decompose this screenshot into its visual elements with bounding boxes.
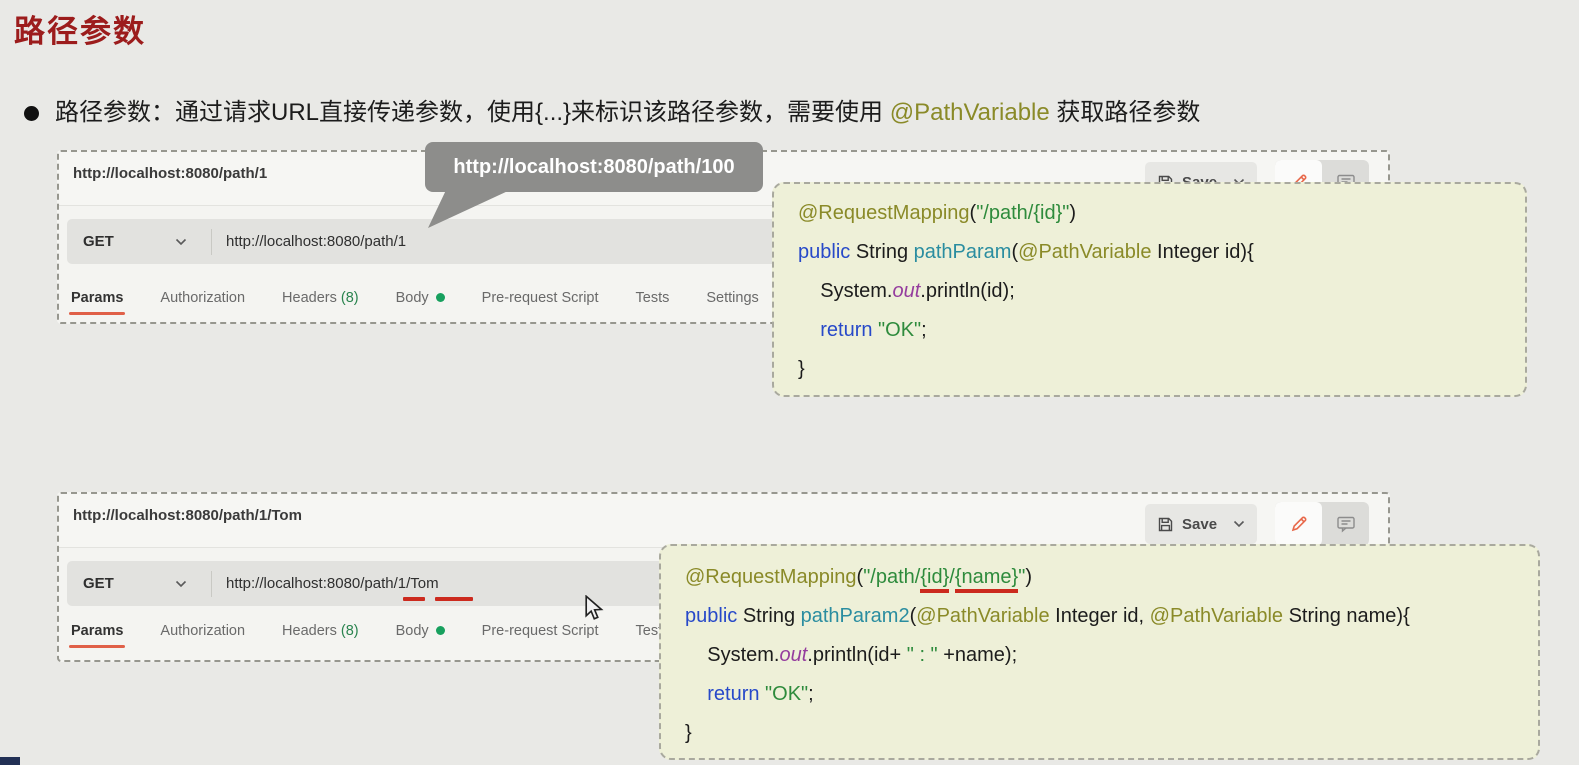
chevron-down-icon[interactable] (1233, 520, 1245, 528)
code-line: System.out.println(id+ " : " +name); (685, 644, 1018, 666)
request-header-2: http://localhost:8080/path/1/Tom Save (59, 494, 1388, 548)
body-present-dot-icon (435, 626, 445, 635)
tab-settings[interactable]: Settings (704, 290, 760, 315)
headers-count-badge: (8) (336, 623, 359, 639)
code-snippet-1: @RequestMapping("/path/{id}") public Stri… (772, 182, 1527, 397)
body-present-dot-icon (435, 293, 445, 302)
bullet-text: 路径参数：通过请求URL直接传递参数，使用{...}来标识该路径参数，需要使用 … (55, 99, 1201, 126)
tab-authorization[interactable]: Authorization (158, 623, 247, 648)
url-annotation-underline (403, 597, 425, 601)
bullet-point: 路径参数：通过请求URL直接传递参数，使用{...}来标识该路径参数，需要使用 … (22, 96, 1562, 130)
method-select[interactable]: GET (83, 233, 123, 250)
code-line: return "OK"; (820, 319, 927, 341)
code-line: System.out.println(id); (798, 280, 1015, 302)
request-tabs: Params Authorization Headers (8) Body Pre-re… (69, 623, 761, 648)
tab-params[interactable]: Params (69, 290, 126, 315)
save-icon (1158, 517, 1173, 531)
url-input[interactable]: http://localhost:8080/path/1 (226, 233, 406, 250)
tab-pre-request-script[interactable]: Pre-request Script (480, 290, 601, 315)
tab-authorization[interactable]: Authorization (158, 290, 247, 315)
code-line: @RequestMapping("/path/{id}") (798, 202, 1077, 224)
request-tab-title[interactable]: http://localhost:8080/path/1 (73, 165, 267, 182)
tab-headers[interactable]: Headers (8) (280, 290, 361, 315)
code-line: public String pathParam2(@PathVariable I… (685, 605, 1410, 627)
request-action-icons (1275, 502, 1369, 546)
comment-icon (1336, 516, 1355, 533)
url-input[interactable]: http://localhost:8080/path/1/Tom (226, 575, 439, 592)
save-button-label: Save (1182, 515, 1218, 533)
bullet-icon (24, 106, 39, 121)
save-button[interactable]: Save (1145, 504, 1258, 544)
code-line: @RequestMapping("/path/{id}/{name}") (685, 558, 1514, 597)
edit-button[interactable] (1275, 502, 1322, 546)
code-line: public String pathParam(@PathVariable In… (798, 241, 1254, 263)
comment-button[interactable] (1322, 502, 1369, 546)
request-tab-title[interactable]: http://localhost:8080/path/1/Tom (73, 507, 302, 524)
chevron-down-icon[interactable] (175, 238, 189, 246)
url-tooltip: http://localhost:8080/path/100 (425, 142, 763, 192)
code-line: } (798, 358, 805, 380)
code-line: return "OK"; (707, 683, 814, 705)
mouse-pointer-icon (584, 594, 606, 626)
chevron-down-icon[interactable] (175, 580, 189, 588)
page-title: 路径参数 (14, 14, 146, 49)
tab-headers[interactable]: Headers (8) (280, 623, 361, 648)
tab-tests[interactable]: Tests (634, 290, 672, 315)
method-select[interactable]: GET (83, 575, 123, 592)
divider (211, 228, 212, 255)
tab-params[interactable]: Params (69, 623, 126, 648)
code-line: } (685, 722, 692, 744)
bottom-left-artifact (0, 757, 20, 765)
headers-count-badge: (8) (336, 290, 359, 306)
url-annotation-underline (435, 597, 473, 601)
code-snippet-2: @RequestMapping("/path/{id}/{name}") publ… (659, 544, 1540, 760)
divider (211, 570, 212, 597)
tab-body[interactable]: Body (394, 290, 447, 315)
request-tabs: Params Authorization Headers (8) Body Pre-re… (69, 290, 761, 315)
pencil-icon (1291, 516, 1306, 532)
tab-pre-request-script[interactable]: Pre-request Script (480, 623, 601, 648)
tab-body[interactable]: Body (394, 623, 447, 648)
pathvariable-highlight: @PathVariable (889, 99, 1050, 126)
